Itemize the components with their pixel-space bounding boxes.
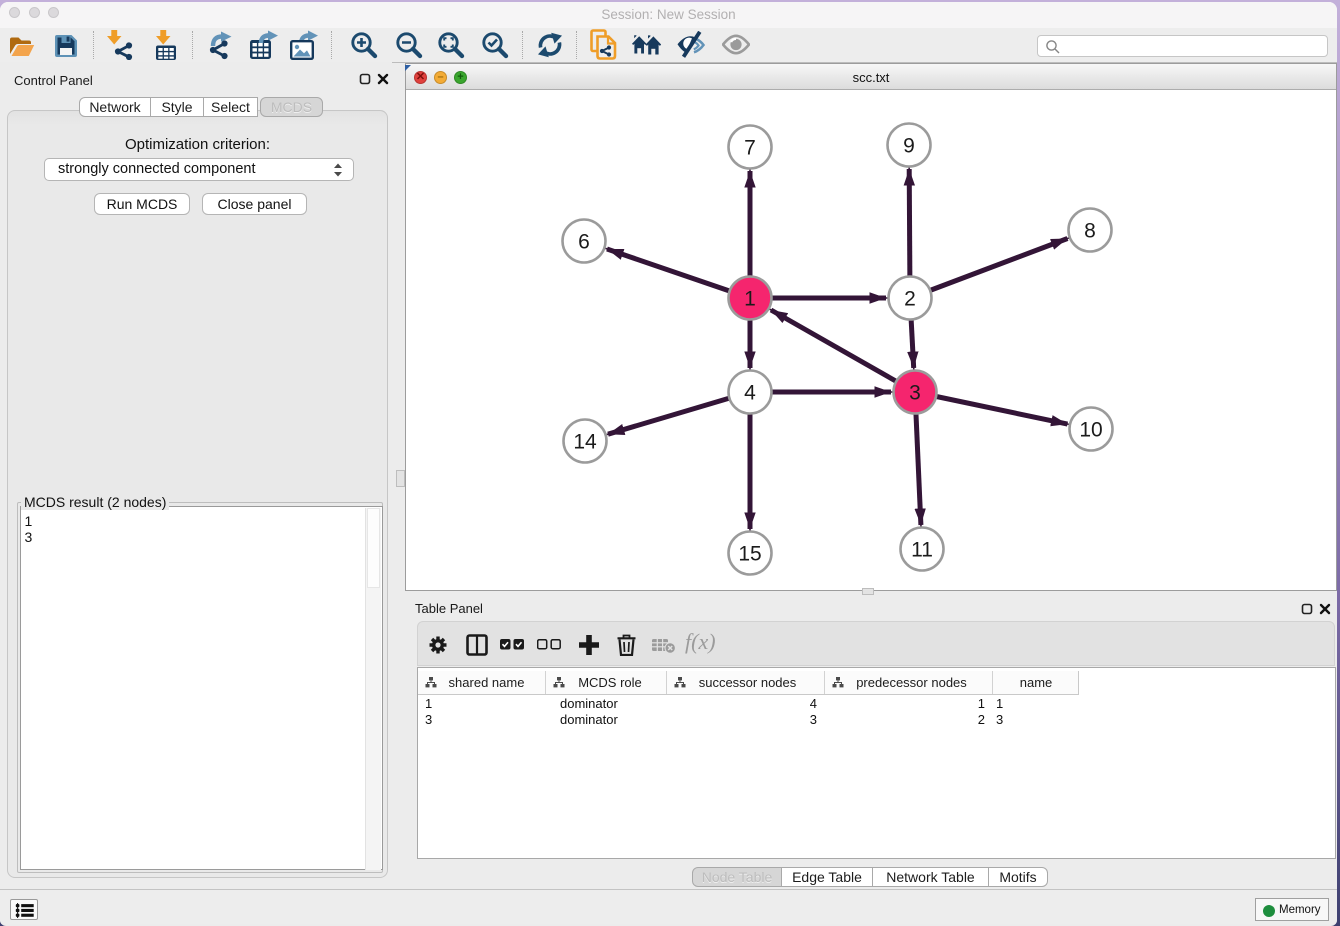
svg-text:14: 14 — [573, 431, 597, 454]
svg-text:10: 10 — [1079, 419, 1102, 442]
svg-text:7: 7 — [744, 137, 756, 160]
svg-text:11: 11 — [911, 539, 933, 562]
svg-text:4: 4 — [744, 382, 756, 405]
svg-text:9: 9 — [903, 135, 915, 158]
svg-text:3: 3 — [909, 382, 921, 405]
svg-text:2: 2 — [904, 288, 916, 311]
svg-text:6: 6 — [578, 231, 590, 254]
svg-text:8: 8 — [1084, 220, 1096, 243]
svg-text:15: 15 — [738, 543, 761, 566]
svg-text:1: 1 — [744, 288, 756, 311]
